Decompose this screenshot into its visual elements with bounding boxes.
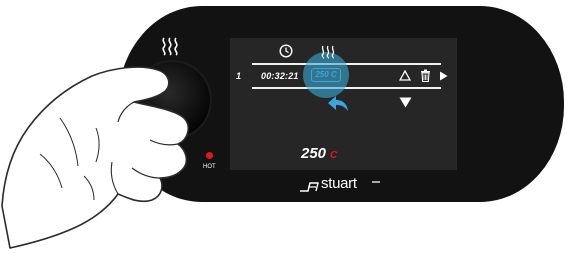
brand-name: stuart	[321, 175, 357, 192]
trash-icon[interactable]	[420, 69, 431, 82]
clock-icon[interactable]	[279, 44, 293, 58]
current-temperature-value: 250	[301, 145, 327, 162]
program-step-time[interactable]: 00:32:21	[261, 71, 299, 81]
heat-waves-icon	[160, 36, 182, 56]
triangle-up-outline-icon[interactable]	[399, 70, 411, 81]
back-arrow-icon[interactable]	[324, 93, 350, 115]
program-step-temperature[interactable]: 250 C	[311, 68, 341, 82]
triangle-down-icon[interactable]	[399, 97, 412, 108]
current-temperature-unit: C	[330, 150, 338, 161]
play-icon[interactable]	[439, 71, 448, 81]
program-step-number: 1	[236, 71, 242, 81]
current-temperature: 250 C	[301, 145, 337, 162]
row-bottom-line	[252, 87, 441, 89]
hand-illustration	[1, 66, 190, 249]
heat-waves-icon[interactable]	[320, 45, 336, 59]
